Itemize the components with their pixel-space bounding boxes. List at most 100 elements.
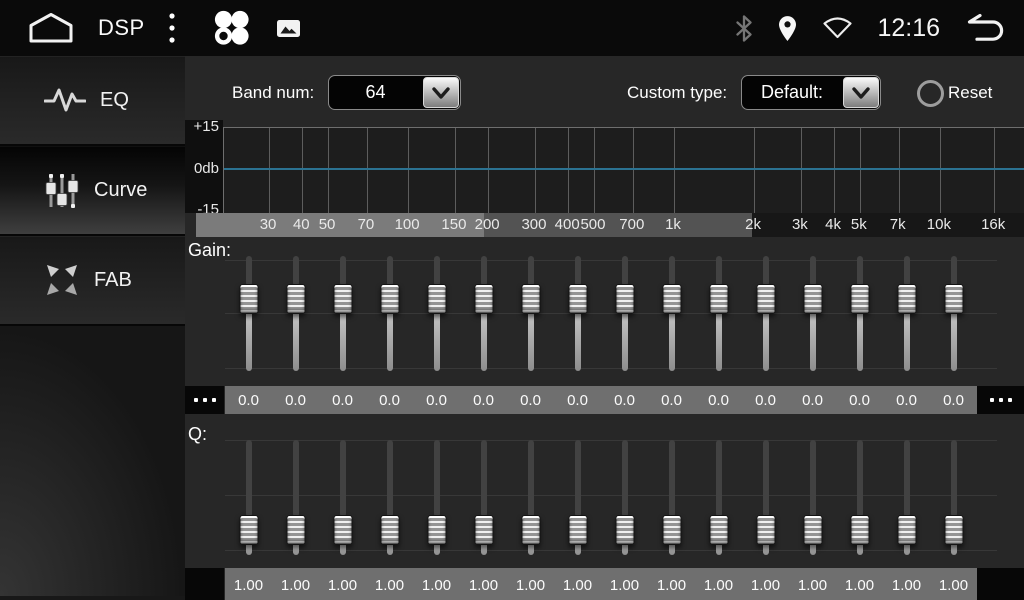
q-band-slider[interactable]	[272, 434, 319, 562]
chevron-down-icon[interactable]	[423, 77, 459, 108]
sidebar-item-fab[interactable]: FAB	[0, 236, 185, 326]
freq-gridline	[594, 128, 595, 214]
sidebar-item-eq[interactable]: EQ	[0, 56, 185, 146]
sidebar-filler	[0, 326, 185, 596]
q-band-slider[interactable]	[601, 434, 648, 562]
gain-band-slider[interactable]	[930, 250, 977, 378]
q-more-right-button[interactable]	[977, 568, 1024, 600]
q-band-slider[interactable]	[319, 434, 366, 562]
sidebar-item-curve[interactable]: Curve	[0, 146, 185, 236]
q-band-slider[interactable]	[460, 434, 507, 562]
q-value: 1.00	[742, 577, 789, 594]
gain-value: 0.0	[413, 392, 460, 409]
fader-icon	[44, 261, 80, 299]
gain-band-slider[interactable]	[272, 250, 319, 378]
y-tick-label: 0db	[185, 161, 219, 177]
gain-band-slider[interactable]	[883, 250, 930, 378]
q-section-label: Q:	[188, 424, 207, 445]
freq-tick-label: 16k	[981, 213, 1005, 237]
gain-band-slider[interactable]	[366, 250, 413, 378]
gain-band-slider[interactable]	[742, 250, 789, 378]
gain-value: 0.0	[225, 392, 272, 409]
gain-band-slider[interactable]	[225, 250, 272, 378]
gain-value: 0.0	[366, 392, 413, 409]
custom-type-select[interactable]: Default:	[741, 75, 881, 110]
gain-band-slider[interactable]	[601, 250, 648, 378]
freq-tick-label: 200	[475, 213, 500, 237]
q-band-slider[interactable]	[225, 434, 272, 562]
q-band-slider[interactable]	[742, 434, 789, 562]
q-band-slider[interactable]	[836, 434, 883, 562]
gain-band-slider[interactable]	[789, 250, 836, 378]
gain-band-slider[interactable]	[554, 250, 601, 378]
freq-tick-label: 7k	[890, 213, 906, 237]
freq-gridline	[940, 128, 941, 214]
freq-tick-label: 700	[619, 213, 644, 237]
gain-value: 0.0	[836, 392, 883, 409]
sidebar-item-label: FAB	[94, 269, 132, 292]
freq-gridline	[367, 128, 368, 214]
reset-label[interactable]: Reset	[948, 83, 992, 103]
reset-radio-icon[interactable]	[917, 80, 944, 107]
eq-curve-plot	[223, 127, 1024, 215]
band-num-select[interactable]: 64	[328, 75, 461, 110]
home-icon[interactable]	[28, 12, 74, 44]
gain-more-left-button[interactable]	[185, 386, 224, 414]
freq-tick-label: 40	[293, 213, 310, 237]
freq-gridline	[455, 128, 456, 214]
freq-gridline	[269, 128, 270, 214]
q-value: 1.00	[413, 577, 460, 594]
q-band-slider[interactable]	[930, 434, 977, 562]
y-tick-label: +15	[185, 119, 219, 135]
dsp-curve-panel: Band num: 64 Custom type: Default: Reset…	[185, 56, 1024, 600]
q-band-slider[interactable]	[413, 434, 460, 562]
q-value-strip: 1.001.001.001.001.001.001.001.001.001.00…	[225, 568, 977, 600]
clock: 12:16	[877, 14, 940, 43]
chevron-down-icon[interactable]	[843, 77, 879, 108]
gain-value: 0.0	[554, 392, 601, 409]
gain-slider-row	[225, 250, 977, 378]
gain-band-slider[interactable]	[507, 250, 554, 378]
freq-tick-label: 400	[555, 213, 580, 237]
q-more-left-button[interactable]	[185, 568, 224, 600]
back-arrow-icon[interactable]	[964, 12, 1008, 45]
q-value: 1.00	[883, 577, 930, 594]
freq-gridline	[568, 128, 569, 214]
zero-db-line	[224, 168, 1024, 170]
gallery-icon[interactable]	[277, 20, 300, 37]
freq-tick-label: 500	[580, 213, 605, 237]
sliders-icon	[44, 170, 80, 210]
sidebar: EQ Curve	[0, 56, 186, 600]
freq-tick-label: 100	[395, 213, 420, 237]
freq-axis: 304050701001502003004005007001k2k3k4k5k7…	[196, 213, 1024, 237]
bluetooth-icon	[735, 15, 753, 42]
gain-band-slider[interactable]	[319, 250, 366, 378]
gain-band-slider[interactable]	[460, 250, 507, 378]
freq-gridline	[754, 128, 755, 214]
freq-tick-label: 5k	[851, 213, 867, 237]
page-title: DSP	[98, 15, 145, 41]
kebab-menu-icon[interactable]	[169, 13, 175, 43]
q-value: 1.00	[836, 577, 883, 594]
q-band-slider[interactable]	[507, 434, 554, 562]
gain-band-slider[interactable]	[836, 250, 883, 378]
gain-value: 0.0	[272, 392, 319, 409]
q-slider-row	[225, 434, 977, 562]
q-band-slider[interactable]	[789, 434, 836, 562]
freq-tick-label: 4k	[825, 213, 841, 237]
gain-band-slider[interactable]	[648, 250, 695, 378]
gain-more-right-button[interactable]	[977, 386, 1024, 414]
q-value: 1.00	[225, 577, 272, 594]
q-band-slider[interactable]	[883, 434, 930, 562]
status-icons: 12:16	[735, 12, 1008, 45]
band-num-value: 64	[329, 82, 422, 103]
gain-value: 0.0	[742, 392, 789, 409]
q-band-slider[interactable]	[648, 434, 695, 562]
q-band-slider[interactable]	[554, 434, 601, 562]
gain-band-slider[interactable]	[695, 250, 742, 378]
freq-tick-label: 300	[521, 213, 546, 237]
clover-apps-icon[interactable]	[211, 9, 251, 47]
q-band-slider[interactable]	[366, 434, 413, 562]
gain-band-slider[interactable]	[413, 250, 460, 378]
q-band-slider[interactable]	[695, 434, 742, 562]
